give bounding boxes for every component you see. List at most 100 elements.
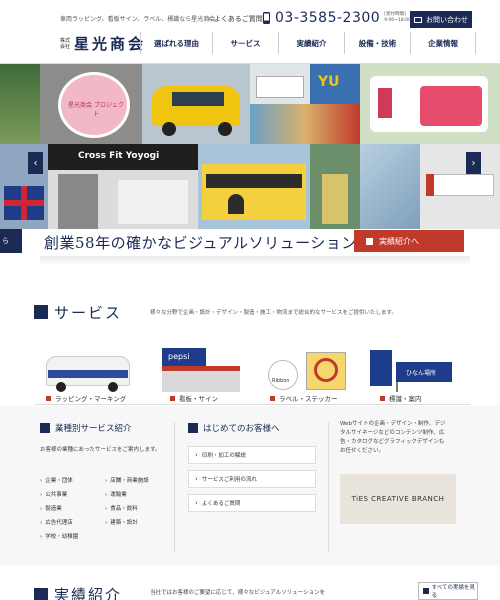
- business-hours: [受付時間] 9:00~18:00: [384, 12, 411, 24]
- guide-link-faq[interactable]: よくあるご質問: [188, 494, 316, 512]
- info-icon: [188, 423, 198, 433]
- book-icon: [40, 423, 50, 433]
- square-icon: [366, 237, 373, 245]
- ties-line: Webサイトの企画・デザイン・制作、デジ: [340, 421, 446, 427]
- service-label-text: ラベル・ステッカー: [279, 395, 338, 403]
- square-icon: [46, 395, 51, 401]
- nav-item-reasons[interactable]: 選ばれる理由: [140, 32, 212, 54]
- industry-link[interactable]: 店舗・商業施設: [105, 476, 149, 484]
- works-link-button[interactable]: 実績紹介へ: [354, 230, 464, 252]
- industry-link[interactable]: 運輸業: [105, 490, 127, 498]
- divider: [35, 404, 470, 405]
- works-description: 当社ではお客様のご要望に応じて、様々なビジュアルソリューションを: [150, 590, 326, 596]
- slider-prev-button[interactable]: ‹: [28, 152, 43, 174]
- works-section-icon: [34, 588, 48, 600]
- company-logo[interactable]: 株式会社 星光商会: [60, 33, 146, 54]
- hero-tile-taxi: [142, 64, 250, 144]
- guide-link-printing[interactable]: 印刷・加工の解説: [188, 446, 316, 464]
- ties-creative-branch-banner[interactable]: TiES CREATIVE BRANCH: [340, 474, 456, 524]
- service-label-wrapping[interactable]: ラッピング・マーキング: [46, 393, 126, 403]
- works-link-label: 実績紹介へ: [379, 236, 419, 246]
- service-label-signboard[interactable]: 看板・サイン: [170, 393, 218, 403]
- nav-item-company[interactable]: 企業情報: [410, 32, 476, 54]
- hero-tile-vans: [250, 64, 310, 104]
- nav-item-works[interactable]: 実績紹介: [278, 32, 344, 54]
- no-entry-sign-icon: [314, 358, 338, 382]
- phone-block[interactable]: 03-3585-2300 [受付時間] 9:00~18:00: [262, 10, 411, 26]
- industry-link[interactable]: 広告代理店: [40, 518, 73, 526]
- ties-line: タルサイネージなどのコンテンツ制作、広: [340, 430, 445, 436]
- ties-description: Webサイトの企画・デザイン・制作、デジ タルサイネージなどのコンテンツ制作、広…: [340, 420, 446, 456]
- service-section-title: サービス: [54, 304, 123, 322]
- tagline: 車両ラッピング、看板サイン、ラベル、標識なら星光商会: [60, 16, 216, 23]
- service-description: 様々な分野で企画・設計・デザイン・製造・施工・物流まで総合的なサービスをご提供い…: [150, 310, 397, 316]
- first-time-title-label: はじめてのお客様へ: [203, 424, 280, 434]
- banner-shadow: [40, 256, 470, 266]
- hero-tile-crossfit: Cross Fit Yoyogi: [48, 144, 198, 229]
- service-image-signboard[interactable]: pepsi: [158, 344, 258, 394]
- ribbon-label-text: Ribbon: [272, 378, 290, 384]
- nav-item-services[interactable]: サービス: [212, 32, 278, 54]
- industry-title[interactable]: 業種別サービス紹介: [40, 422, 132, 434]
- hero-tile-kiosk: [250, 104, 360, 144]
- service-label-signs[interactable]: 標識・案内: [380, 393, 422, 403]
- ties-line: お任せください。: [340, 448, 385, 454]
- logo-name: 星光商会: [74, 35, 147, 53]
- column-divider: [174, 422, 175, 552]
- banner-headline: 創業58年の確かなビジュアルソリューション。: [44, 234, 372, 252]
- hero-tile-truck-graphic: YU: [310, 64, 360, 104]
- mail-icon: [414, 16, 422, 23]
- first-time-title[interactable]: はじめてのお客様へ: [188, 422, 280, 434]
- floor-sticker-text: 星光商会 プロジェクト: [68, 102, 124, 118]
- industry-link[interactable]: 学校・幼稚園: [40, 532, 78, 540]
- ties-line: 告・カタログなどグラフィックデザインも: [340, 439, 445, 445]
- logo-prefix: 株式会社: [60, 37, 71, 50]
- service-label-stickers[interactable]: ラベル・ステッカー: [270, 393, 338, 403]
- service-label-text: 標識・案内: [389, 395, 422, 403]
- faq-link[interactable]: › よくあるご質問: [208, 14, 263, 24]
- service-image-wrapping[interactable]: [38, 344, 138, 394]
- hero-tile-pink-trailer: [360, 64, 500, 144]
- faq-link-label: よくあるご質問: [213, 15, 263, 23]
- square-icon: [380, 395, 385, 401]
- crossfit-sign-text: Cross Fit Yoyogi: [78, 151, 160, 161]
- guide-link-flow[interactable]: サービスご利用の流れ: [188, 470, 316, 488]
- industry-link[interactable]: 公共事業: [40, 490, 67, 498]
- square-icon: [170, 395, 175, 401]
- industry-link[interactable]: 食品・飲料: [105, 504, 138, 512]
- chevron-right-icon: ›: [208, 15, 211, 23]
- phone-icon: [263, 12, 270, 24]
- hours-value: 9:00~18:00: [384, 18, 412, 23]
- hero-slider: 星光商会 プロジェクト YU Cross Fit Yoyogi ‹ ›: [0, 64, 500, 229]
- contact-button[interactable]: お問い合わせ: [410, 11, 472, 28]
- industry-text: お客様の業種にあったサービスをご案内します。: [40, 447, 161, 453]
- banner-prev-slide[interactable]: ら: [0, 229, 22, 253]
- industry-title-label: 業種別サービス紹介: [55, 424, 132, 434]
- hero-tile-trees: [0, 64, 40, 144]
- column-divider: [328, 422, 329, 552]
- main-nav: 選ばれる理由 サービス 実績紹介 設備・技術 企業情報: [140, 32, 476, 54]
- service-label-text: ラッピング・マーキング: [55, 395, 127, 403]
- phone-number: 03-3585-2300: [275, 10, 381, 26]
- site-header: 車両ラッピング、看板サイン、ラベル、標識なら星光商会 株式会社 星光商会 › よく…: [0, 0, 500, 64]
- service-section-icon: [34, 305, 48, 319]
- evacuation-sign-text: ひなん場所: [406, 370, 437, 377]
- pepsi-sign-text: pepsi: [168, 352, 190, 361]
- industry-link[interactable]: 建築・設計: [105, 518, 138, 526]
- all-works-label: すべての実績を見る: [431, 585, 475, 599]
- works-section-title: 実績紹介: [54, 586, 123, 600]
- nav-item-equipment[interactable]: 設備・技術: [344, 32, 410, 54]
- all-works-button[interactable]: すべての実績を見る: [418, 582, 478, 600]
- service-image-labels[interactable]: Ribbon: [262, 344, 362, 394]
- industry-link[interactable]: 企業・団体: [40, 476, 73, 484]
- industry-link[interactable]: 製造業: [40, 504, 62, 512]
- hero-tile-train: [198, 144, 310, 229]
- square-icon: [270, 395, 275, 401]
- hero-tile-floor-sticker: 星光商会 プロジェクト: [40, 64, 142, 144]
- hero-tile-stand: [310, 144, 360, 229]
- service-label-text: 看板・サイン: [179, 395, 218, 403]
- slider-next-button[interactable]: ›: [466, 152, 481, 174]
- contact-button-label: お問い合わせ: [426, 15, 468, 24]
- service-image-signs[interactable]: ひなん場所: [366, 344, 466, 394]
- hero-tile-building: [360, 144, 420, 229]
